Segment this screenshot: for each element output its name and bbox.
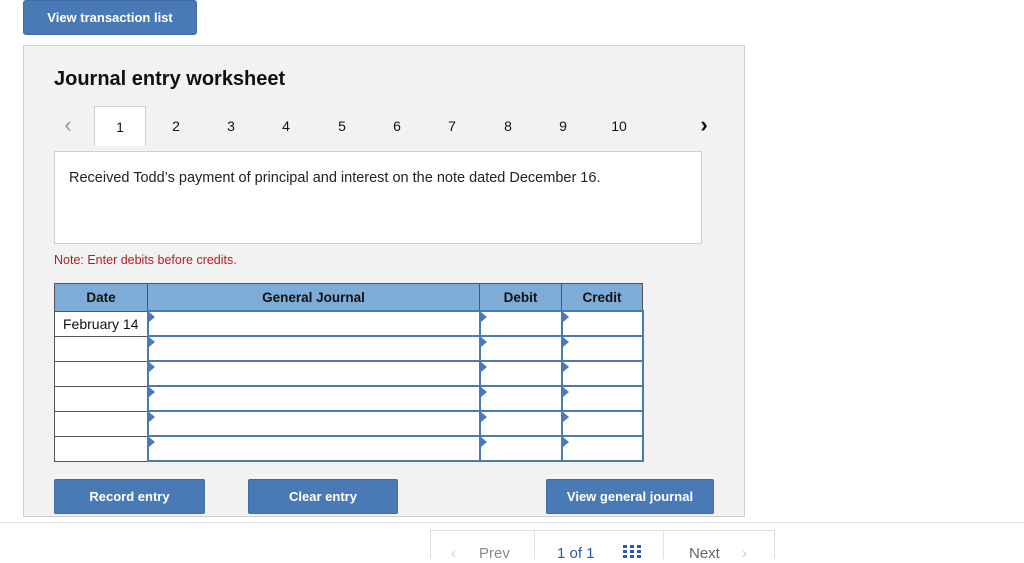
account-input[interactable] [146, 410, 481, 437]
tab-3[interactable]: 3 [205, 106, 257, 146]
general-journal-header: General Journal [147, 283, 480, 312]
clear-entry-button[interactable]: Clear entry [248, 479, 398, 514]
tab-1[interactable]: 1 [94, 106, 146, 146]
transaction-description: Received Todd’s payment of principal and… [54, 151, 702, 244]
tab-5[interactable]: 5 [316, 106, 368, 146]
debit-input[interactable] [478, 360, 563, 387]
debit-header: Debit [479, 283, 562, 312]
debit-input[interactable] [478, 335, 563, 362]
date-header: Date [54, 283, 148, 312]
debit-input[interactable] [478, 385, 563, 412]
date-cell [54, 335, 148, 362]
tabs-bar: ‹ 1 2 3 4 5 6 7 8 9 10 › [54, 106, 726, 146]
divider [663, 531, 664, 559]
prev-button[interactable]: Prev [479, 545, 510, 562]
credit-input[interactable] [560, 360, 644, 387]
credit-input[interactable] [560, 435, 644, 462]
chevron-left-icon: ‹ [451, 545, 456, 562]
tab-4[interactable]: 4 [260, 106, 312, 146]
divider [534, 531, 535, 559]
divider [0, 522, 1024, 523]
worksheet-title: Journal entry worksheet [54, 68, 286, 90]
debit-input[interactable] [478, 310, 563, 337]
table-row: February 14 [54, 310, 644, 337]
table-row [54, 435, 644, 462]
tab-9[interactable]: 9 [537, 106, 589, 146]
account-input[interactable] [146, 335, 481, 362]
credit-input[interactable] [560, 410, 644, 437]
table-row [54, 335, 644, 362]
chevron-right-icon[interactable]: › [690, 108, 718, 142]
chevron-left-icon[interactable]: ‹ [54, 108, 82, 142]
grid-icon[interactable] [623, 545, 641, 563]
account-input[interactable] [146, 360, 481, 387]
debit-input[interactable] [478, 410, 563, 437]
view-general-journal-button[interactable]: View general journal [546, 479, 714, 514]
table-row [54, 410, 644, 437]
debit-input[interactable] [478, 435, 563, 462]
date-cell [54, 385, 148, 412]
account-input[interactable] [146, 310, 481, 337]
pagination-bar: ‹ Prev 1 of 1 Next › [430, 530, 775, 562]
tab-2[interactable]: 2 [150, 106, 202, 146]
date-cell [54, 360, 148, 387]
date-cell [54, 435, 148, 462]
journal-table: Date General Journal Debit Credit Februa… [54, 283, 644, 462]
record-entry-button[interactable]: Record entry [54, 479, 205, 514]
credit-header: Credit [561, 283, 643, 312]
date-cell [54, 410, 148, 437]
account-input[interactable] [146, 385, 481, 412]
date-cell: February 14 [54, 310, 148, 337]
account-input[interactable] [146, 435, 481, 462]
chevron-right-icon: › [742, 545, 747, 562]
credit-input[interactable] [560, 310, 644, 337]
tab-10[interactable]: 10 [593, 106, 645, 146]
entry-note: Note: Enter debits before credits. [54, 253, 237, 267]
tab-7[interactable]: 7 [426, 106, 478, 146]
tab-6[interactable]: 6 [371, 106, 423, 146]
table-row [54, 385, 644, 412]
view-transaction-list-button[interactable]: View transaction list [23, 0, 197, 35]
table-row [54, 360, 644, 387]
tab-8[interactable]: 8 [482, 106, 534, 146]
next-button[interactable]: Next [689, 545, 720, 562]
credit-input[interactable] [560, 385, 644, 412]
credit-input[interactable] [560, 335, 644, 362]
page-count: 1 of 1 [557, 545, 595, 562]
